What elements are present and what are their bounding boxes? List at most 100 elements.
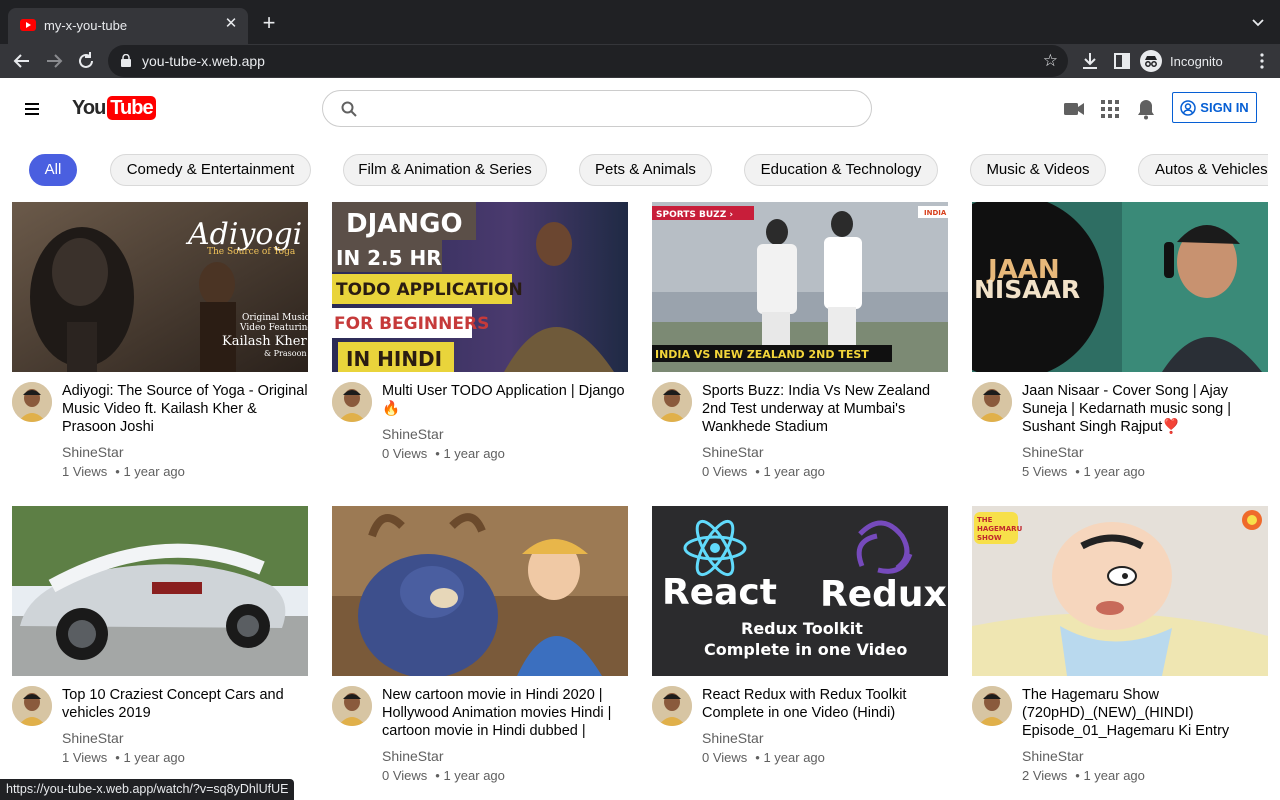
sign-in-label: SIGN IN xyxy=(1200,100,1249,115)
thumb-badge: HAGEMARU xyxy=(977,525,1023,533)
view-count: 5 Views xyxy=(1022,464,1068,479)
channel-avatar[interactable] xyxy=(12,382,52,422)
browser-tab[interactable]: my-x-you-tube ✕ xyxy=(8,8,248,44)
youtube-favicon-icon xyxy=(20,19,36,31)
video-thumbnail[interactable]: THE HAGEMARU SHOW xyxy=(972,506,1268,676)
upload-age: • 1 year ago xyxy=(435,768,505,783)
channel-name[interactable]: ShineStar xyxy=(702,444,763,460)
video-title[interactable]: Top 10 Craziest Concept Cars and vehicle… xyxy=(62,686,308,722)
video-camera-icon[interactable] xyxy=(1063,98,1085,120)
thumb-line: IN 2.5 HR xyxy=(336,246,442,270)
download-icon[interactable] xyxy=(1079,50,1101,72)
browser-toolbar: you-tube-x.web.app ☆ Incognito xyxy=(0,44,1280,78)
chip-film-animation-series[interactable]: Film & Animation & Series xyxy=(343,154,547,186)
logo-you: You xyxy=(72,96,106,119)
notifications-bell-icon[interactable] xyxy=(1135,98,1157,120)
thumb-subtitle: The Source of Yoga xyxy=(207,247,296,257)
thumb-line: Complete in one Video xyxy=(704,640,907,659)
video-thumbnail[interactable]: SPORTS BUZZ › INDIA INDIA VS NEW ZEALAND… xyxy=(652,202,948,372)
upload-age: • 1 year ago xyxy=(755,464,825,479)
video-meta: 0 Views • 1 year ago xyxy=(702,464,825,479)
chip-music-videos[interactable]: Music & Videos xyxy=(970,154,1106,186)
video-title[interactable]: The Hagemaru Show (720pHD)_(NEW)_(HINDI)… xyxy=(1022,686,1268,740)
thumb-line: FOR BEGINNERS xyxy=(334,314,489,334)
sign-in-button[interactable]: SIGN IN xyxy=(1172,92,1257,123)
thumb-line: Original Music xyxy=(242,313,308,323)
channel-name[interactable]: ShineStar xyxy=(1022,444,1083,460)
video-meta: 2 Views • 1 year ago xyxy=(1022,768,1145,783)
channel-avatar[interactable] xyxy=(972,382,1012,422)
thumb-line: Video Featuring xyxy=(239,323,308,333)
channel-name[interactable]: ShineStar xyxy=(1022,748,1083,764)
video-meta: 5 Views • 1 year ago xyxy=(1022,464,1145,479)
apps-grid-icon[interactable] xyxy=(1099,98,1121,120)
url-text: you-tube-x.web.app xyxy=(142,53,265,69)
address-bar[interactable]: you-tube-x.web.app ☆ xyxy=(108,45,1068,77)
video-thumbnail[interactable]: JAAN NISAAR xyxy=(972,202,1268,372)
view-count: 0 Views xyxy=(702,750,748,765)
video-title[interactable]: Jaan Nisaar - Cover Song | Ajay Suneja |… xyxy=(1022,382,1268,436)
upload-age: • 1 year ago xyxy=(435,446,505,461)
video-thumbnail[interactable]: React Redux Redux Toolkit Complete in on… xyxy=(652,506,948,676)
thumb-badge: SHOW xyxy=(977,534,1002,542)
video-title[interactable]: Adiyogi: The Source of Yoga - Original M… xyxy=(62,382,308,436)
thumb-caption: INDIA VS NEW ZEALAND 2ND TEST xyxy=(655,348,869,361)
forward-icon[interactable] xyxy=(42,49,66,73)
view-count: 1 Views xyxy=(62,750,108,765)
reload-icon[interactable] xyxy=(74,49,98,73)
video-title[interactable]: New cartoon movie in Hindi 2020 | Hollyw… xyxy=(382,686,628,740)
search-box xyxy=(322,90,872,127)
video-thumbnail[interactable] xyxy=(12,506,308,676)
video-thumbnail[interactable]: Adiyogi The Source of Yoga Original Musi… xyxy=(12,202,308,372)
channel-avatar[interactable] xyxy=(332,686,372,726)
new-tab-icon[interactable]: + xyxy=(258,12,280,34)
browser-tab-strip: my-x-you-tube ✕ + xyxy=(0,0,1280,44)
channel-name[interactable]: ShineStar xyxy=(62,730,123,746)
channel-avatar[interactable] xyxy=(652,686,692,726)
channel-avatar[interactable] xyxy=(12,686,52,726)
chip-pets-animals[interactable]: Pets & Animals xyxy=(579,154,712,186)
lock-icon xyxy=(121,54,131,67)
search-input[interactable] xyxy=(367,97,857,121)
chip-comedy-entertainment[interactable]: Comedy & Entertainment xyxy=(110,154,311,186)
view-count: 0 Views xyxy=(382,768,428,783)
back-icon[interactable] xyxy=(10,49,34,73)
channel-avatar[interactable] xyxy=(652,382,692,422)
view-count: 2 Views xyxy=(1022,768,1068,783)
side-panel-icon[interactable] xyxy=(1111,50,1133,72)
account-circle-icon xyxy=(1180,99,1197,116)
channel-name[interactable]: ShineStar xyxy=(382,426,443,442)
chip-all[interactable]: All xyxy=(29,154,77,186)
channel-avatar[interactable] xyxy=(972,686,1012,726)
site-header: You Tube SIGN IN xyxy=(0,78,1280,140)
view-count: 1 Views xyxy=(62,464,108,479)
thumb-line: TODO APPLICATION xyxy=(336,280,523,300)
youtube-logo[interactable]: You Tube xyxy=(72,96,156,120)
search-icon[interactable] xyxy=(341,101,357,117)
incognito-profile[interactable]: Incognito xyxy=(1140,48,1223,74)
hamburger-menu-icon[interactable] xyxy=(25,103,39,115)
video-title[interactable]: Multi User TODO Application | Django 🔥 xyxy=(382,382,628,418)
channel-avatar[interactable] xyxy=(332,382,372,422)
thumb-tag: SPORTS BUZZ › xyxy=(656,210,733,220)
channel-name[interactable]: ShineStar xyxy=(702,730,763,746)
tab-search-chevron-icon[interactable] xyxy=(1250,14,1266,30)
video-thumbnail[interactable]: DJANGO IN 2.5 HR TODO APPLICATION FOR BE… xyxy=(332,202,628,372)
upload-age: • 1 year ago xyxy=(755,750,825,765)
chip-education-technology[interactable]: Education & Technology xyxy=(744,154,938,186)
thumb-line: React xyxy=(662,572,777,613)
browser-menu-icon[interactable] xyxy=(1260,53,1264,69)
tab-close-icon[interactable]: ✕ xyxy=(222,15,240,33)
channel-name[interactable]: ShineStar xyxy=(62,444,123,460)
thumb-line: NISAAR xyxy=(974,275,1080,304)
link-status-bar: https://you-tube-x.web.app/watch/?v=sq8y… xyxy=(0,779,295,800)
video-thumbnail[interactable] xyxy=(332,506,628,676)
profile-label: Incognito xyxy=(1170,53,1223,69)
thumb-line: IN HINDI xyxy=(346,347,442,371)
channel-name[interactable]: ShineStar xyxy=(382,748,443,764)
video-meta: 0 Views • 1 year ago xyxy=(382,768,505,783)
video-title[interactable]: React Redux with Redux Toolkit Complete … xyxy=(702,686,948,722)
chip-autos-vehicles[interactable]: Autos & Vehicles xyxy=(1138,154,1268,186)
video-title[interactable]: Sports Buzz: India Vs New Zealand 2nd Te… xyxy=(702,382,948,436)
bookmark-star-icon[interactable]: ☆ xyxy=(1043,51,1058,71)
